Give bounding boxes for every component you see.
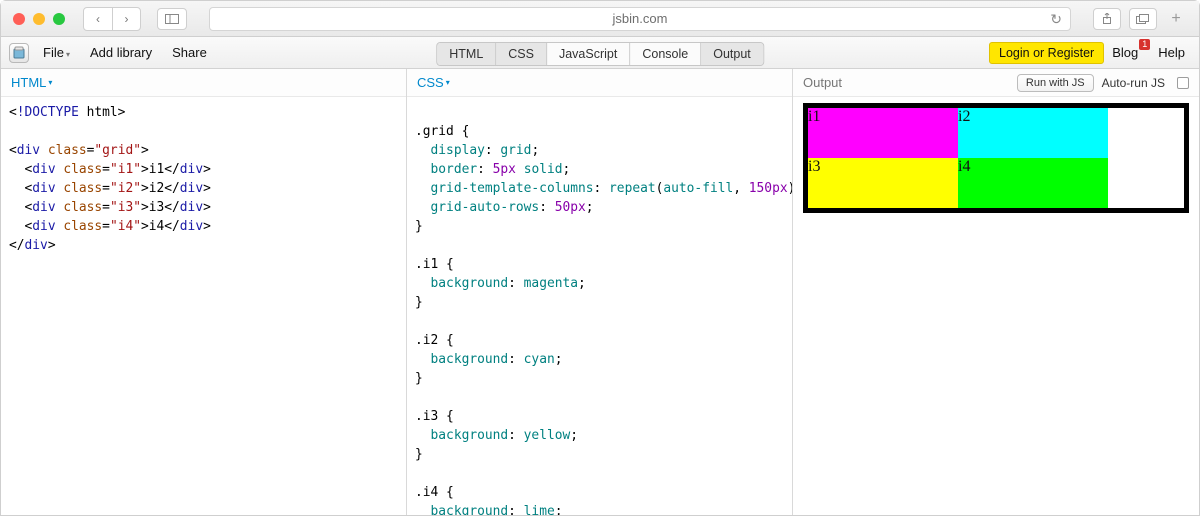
window-controls xyxy=(13,13,65,25)
nav-back-forward: ‹ › xyxy=(83,7,141,31)
back-button[interactable]: ‹ xyxy=(84,8,112,30)
new-tab-button[interactable]: + xyxy=(1165,10,1187,28)
tabs-icon[interactable] xyxy=(1129,8,1157,30)
browser-titlebar: ‹ › jsbin.com ↻ + xyxy=(1,1,1199,37)
login-register-button[interactable]: Login or Register xyxy=(989,42,1104,64)
share-menu[interactable]: Share xyxy=(164,41,215,64)
pane-output-title: Output xyxy=(803,75,842,90)
reload-icon[interactable]: ↻ xyxy=(1050,11,1062,28)
css-editor[interactable]: .grid { display: grid; border: 5px solid… xyxy=(407,97,792,515)
html-editor[interactable]: <!DOCTYPE html> <div class="grid"> <div … xyxy=(1,97,406,515)
autorun-checkbox[interactable] xyxy=(1177,77,1189,89)
panel-toggle-output[interactable]: Output xyxy=(701,43,763,65)
pane-html: HTML ▾ <!DOCTYPE html> <div class="grid"… xyxy=(1,69,407,515)
pane-css-title: CSS xyxy=(417,75,444,90)
preview-cell-i4: i4 xyxy=(958,158,1108,208)
pane-html-header[interactable]: HTML ▾ xyxy=(1,69,406,97)
preview-grid: i1 i2 i3 i4 xyxy=(803,103,1189,213)
address-bar[interactable]: jsbin.com ↻ xyxy=(209,7,1071,31)
pane-css: CSS ▾ .grid { display: grid; border: 5px… xyxy=(407,69,793,515)
blog-link[interactable]: Blog 1 xyxy=(1106,41,1144,64)
forward-button[interactable]: › xyxy=(112,8,140,30)
sidebar-toggle-button[interactable] xyxy=(157,8,187,30)
blog-label: Blog xyxy=(1112,45,1138,60)
autorun-label: Auto-run JS xyxy=(1102,76,1165,90)
preview-cell-i3: i3 xyxy=(808,158,958,208)
output-viewport: i1 i2 i3 i4 xyxy=(793,97,1199,515)
jsbin-logo-icon[interactable] xyxy=(9,43,29,63)
html-code-content: <!DOCTYPE html> <div class="grid"> <div … xyxy=(9,103,398,255)
help-link[interactable]: Help xyxy=(1152,41,1191,64)
pane-html-title: HTML xyxy=(11,75,46,90)
browser-right-tools: + xyxy=(1093,8,1187,30)
panel-toggle-css[interactable]: CSS xyxy=(496,43,547,65)
panel-toggle-js[interactable]: JavaScript xyxy=(547,43,630,65)
run-with-js-button[interactable]: Run with JS xyxy=(1017,74,1094,92)
minimize-window-icon[interactable] xyxy=(33,13,45,25)
zoom-window-icon[interactable] xyxy=(53,13,65,25)
add-library-menu[interactable]: Add library xyxy=(82,41,160,64)
pane-css-header[interactable]: CSS ▾ xyxy=(407,69,792,97)
file-menu-label: File xyxy=(43,45,64,60)
preview-cell-i1: i1 xyxy=(808,108,958,158)
panel-toggle-group: HTML CSS JavaScript Console Output xyxy=(436,42,764,66)
panel-toggle-html[interactable]: HTML xyxy=(437,43,496,65)
blog-badge: 1 xyxy=(1139,39,1150,50)
panel-toggle-console[interactable]: Console xyxy=(630,43,701,65)
chevron-down-icon: ▾ xyxy=(446,78,450,87)
css-code-content: .grid { display: grid; border: 5px solid… xyxy=(415,103,784,515)
address-bar-text: jsbin.com xyxy=(613,11,668,26)
preview-cell-i2: i2 xyxy=(958,108,1108,158)
pane-output-header: Output Run with JS Auto-run JS xyxy=(793,69,1199,97)
file-menu[interactable]: File▾ xyxy=(35,41,78,64)
editor-panes: HTML ▾ <!DOCTYPE html> <div class="grid"… xyxy=(1,69,1199,515)
pane-output: Output Run with JS Auto-run JS i1 i2 i3 … xyxy=(793,69,1199,515)
chevron-down-icon: ▾ xyxy=(48,78,52,87)
share-icon[interactable] xyxy=(1093,8,1121,30)
chevron-down-icon: ▾ xyxy=(66,50,70,59)
close-window-icon[interactable] xyxy=(13,13,25,25)
